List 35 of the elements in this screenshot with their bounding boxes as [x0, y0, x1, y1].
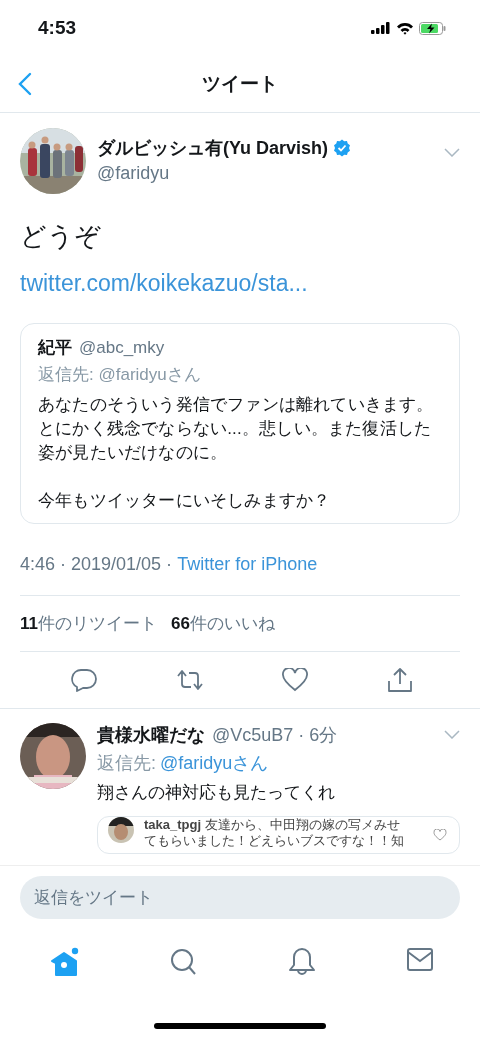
signal-icon [371, 22, 391, 34]
reply-text: 翔さんの神対応も見たってくれ [97, 781, 336, 804]
reply-author-name[interactable]: 貴様水曜だな [97, 722, 205, 747]
retweet-icon[interactable] [175, 667, 204, 692]
reply-meta: @Vc5uB7 · 6分 [212, 723, 339, 747]
reply-to-label: 返信先: @faridyuさん [38, 363, 202, 386]
timestamp: 4:46 · 2019/01/05 · [20, 553, 173, 574]
tweet-text: どうぞ [20, 220, 102, 253]
engagement-count[interactable]: 66件のいいね [171, 611, 275, 635]
wifi-icon [396, 21, 414, 35]
heart-icon [433, 828, 447, 841]
home-icon [50, 947, 80, 977]
attached-username: taka_tpgj [144, 816, 202, 832]
envelope-icon [406, 947, 434, 973]
reply-to-label: 返信先: [97, 752, 156, 773]
heart-icon[interactable] [282, 667, 309, 692]
share-icon[interactable] [386, 666, 413, 693]
quoted-author-name: 紀平 [38, 336, 72, 359]
bell-icon [288, 947, 316, 977]
reply-input-field[interactable]: 返信をツイート [20, 876, 460, 919]
quoted-tweet-text: あなたのそういう発信でファンは離れていきます。とにかく残念でならない...。悲しい。また復活した姿が見たいだけなのに。 [38, 393, 435, 464]
battery-charging-icon [419, 21, 446, 35]
quoted-tweet-card[interactable]: 紀平 @abc_mky 返信先: @faridyuさん あなたのそういう発信でファンは離れていきます。とにかく残念でならない...。悲しい。また復活した姿が見たいだけなのに。 今年もツイッターにいそしみますか？ [20, 322, 460, 524]
author-handle[interactable]: @faridyu [97, 163, 444, 184]
clock-time: 4:53 [38, 17, 77, 39]
page-title: ツイート [202, 72, 278, 96]
engagement-count[interactable]: 11件のリツイート [20, 611, 157, 635]
attached-screenshot[interactable]: taka_tpgj 友達から、中田翔の嫁の写メみせ てもらいました！どえらいブスですな！！知 [97, 815, 460, 854]
quoted-author-handle: @abc_mky [79, 337, 165, 358]
attached-comment-text: てもらいました！どえらいブスですな！！知 [144, 832, 405, 849]
reply-icon[interactable] [71, 667, 98, 692]
quoted-tweet-text: 今年もツイッターにいそしみますか？ [38, 489, 332, 512]
search-icon [170, 947, 198, 977]
author-name[interactable]: ダルビッシュ有(Yu Darvish) [97, 136, 329, 160]
attached-comment-text: 友達から、中田翔の嫁の写メみせ [205, 816, 401, 832]
